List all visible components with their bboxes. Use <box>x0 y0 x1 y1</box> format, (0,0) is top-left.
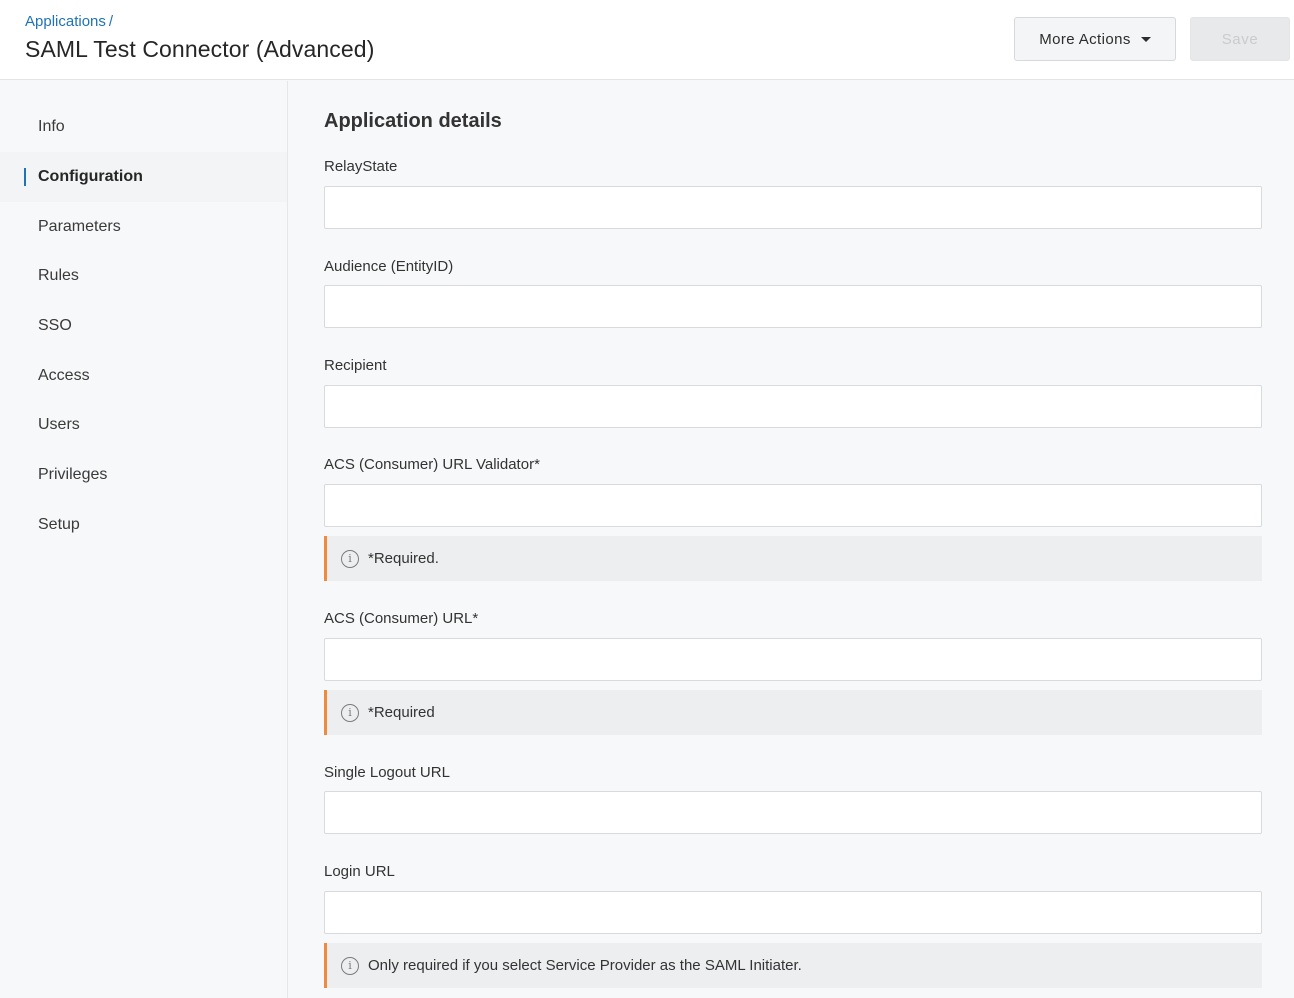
recipient-label: Recipient <box>324 357 387 374</box>
login-url-label: Login URL <box>324 863 395 880</box>
sidebar-nav: Info Configuration Parameters Rules SSO … <box>0 81 288 998</box>
info-icon: i <box>341 703 359 722</box>
sidebar-item-info[interactable]: Info <box>0 102 287 152</box>
info-icon: i <box>341 956 359 975</box>
breadcrumb-separator: / <box>108 13 114 30</box>
acs-url-validator-notice: i *Required. <box>324 536 1262 581</box>
login-url-input[interactable] <box>324 891 1262 934</box>
acs-url-validator-label: ACS (Consumer) URL Validator* <box>324 456 540 473</box>
chevron-down-icon <box>1140 36 1151 42</box>
single-logout-url-input[interactable] <box>324 791 1262 834</box>
breadcrumb-applications-link[interactable]: Applications <box>25 13 106 30</box>
sidebar-item-access[interactable]: Access <box>0 351 287 401</box>
recipient-input[interactable] <box>324 385 1262 428</box>
more-actions-button[interactable]: More Actions <box>1014 17 1176 61</box>
sidebar-item-sso[interactable]: SSO <box>0 301 287 351</box>
audience-label: Audience (EntityID) <box>324 258 454 275</box>
relaystate-input[interactable] <box>324 186 1262 229</box>
acs-url-validator-input[interactable] <box>324 484 1262 527</box>
single-logout-url-label: Single Logout URL <box>324 764 450 781</box>
notice-text: Only required if you select Service Prov… <box>368 957 802 974</box>
acs-url-notice: i *Required <box>324 690 1262 735</box>
acs-url-input[interactable] <box>324 638 1262 681</box>
more-actions-label: More Actions <box>1039 30 1131 48</box>
info-icon: i <box>341 549 359 568</box>
notice-text: *Required. <box>368 550 439 567</box>
sidebar-item-rules[interactable]: Rules <box>0 251 287 301</box>
login-url-notice: i Only required if you select Service Pr… <box>324 943 1262 988</box>
page-title: SAML Test Connector (Advanced) <box>25 36 375 62</box>
breadcrumb[interactable]: Applications / <box>25 13 113 30</box>
notice-text: *Required <box>368 704 435 721</box>
audience-input[interactable] <box>324 285 1262 328</box>
save-button[interactable]: Save <box>1190 17 1290 61</box>
page-header: Applications / SAML Test Connector (Advan… <box>0 0 1294 80</box>
sidebar-item-setup[interactable]: Setup <box>0 500 287 550</box>
sidebar-item-configuration[interactable]: Configuration <box>0 152 287 202</box>
sidebar-item-parameters[interactable]: Parameters <box>0 202 287 252</box>
acs-url-label: ACS (Consumer) URL* <box>324 610 479 627</box>
section-title: Application details <box>324 110 502 132</box>
relaystate-label: RelayState <box>324 158 398 175</box>
sidebar-item-users[interactable]: Users <box>0 400 287 450</box>
sidebar-item-privileges[interactable]: Privileges <box>0 450 287 500</box>
